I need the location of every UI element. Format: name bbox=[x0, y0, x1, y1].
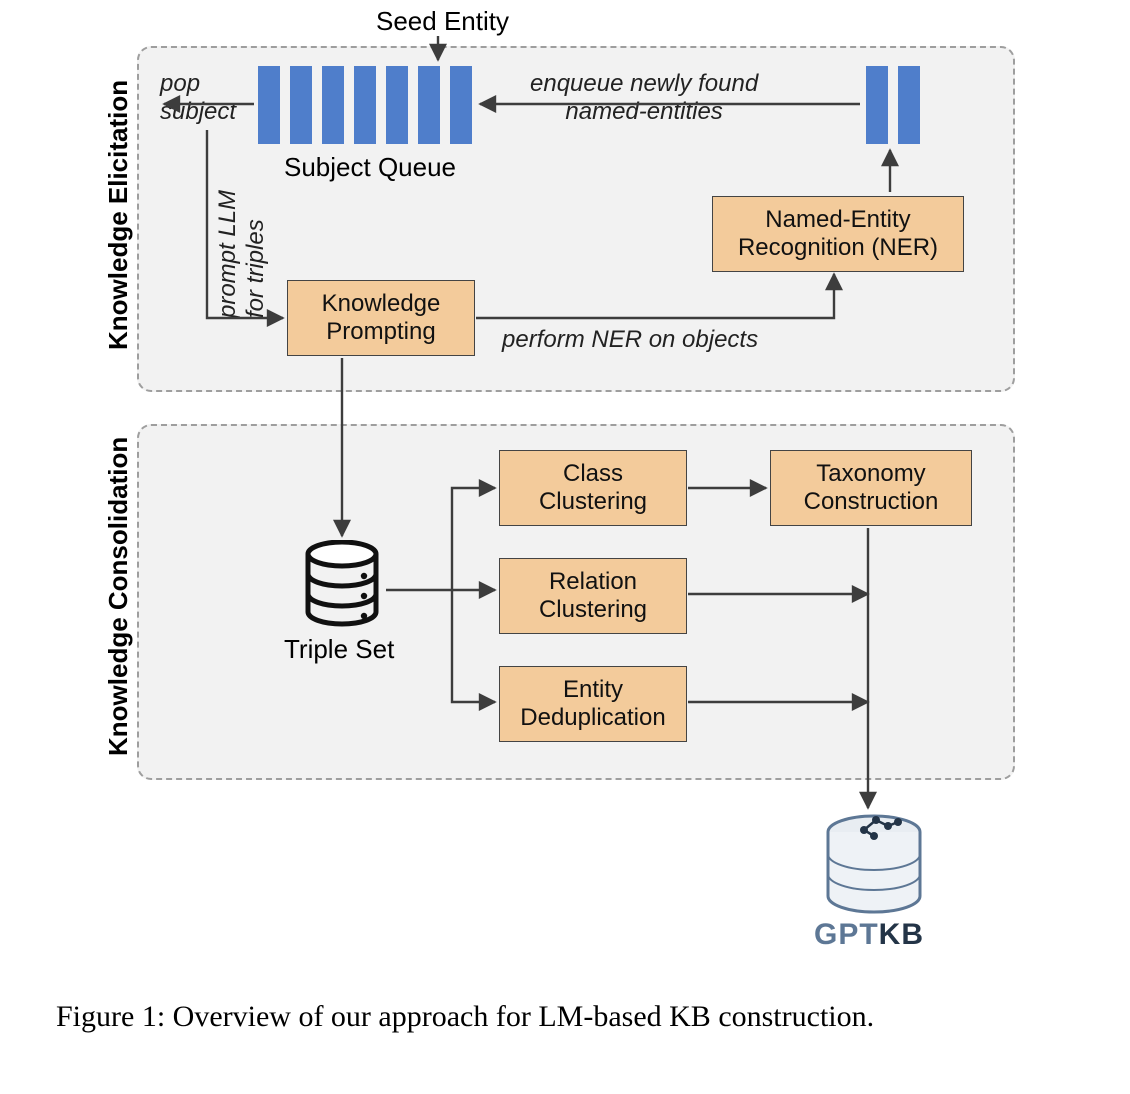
figure-caption: Figure 1: Overview of our approach for L… bbox=[56, 1000, 1076, 1034]
arrows-layer bbox=[0, 0, 1130, 1000]
figure-container: Seed Entity Knowledge Elicitation pop su… bbox=[0, 0, 1130, 1094]
